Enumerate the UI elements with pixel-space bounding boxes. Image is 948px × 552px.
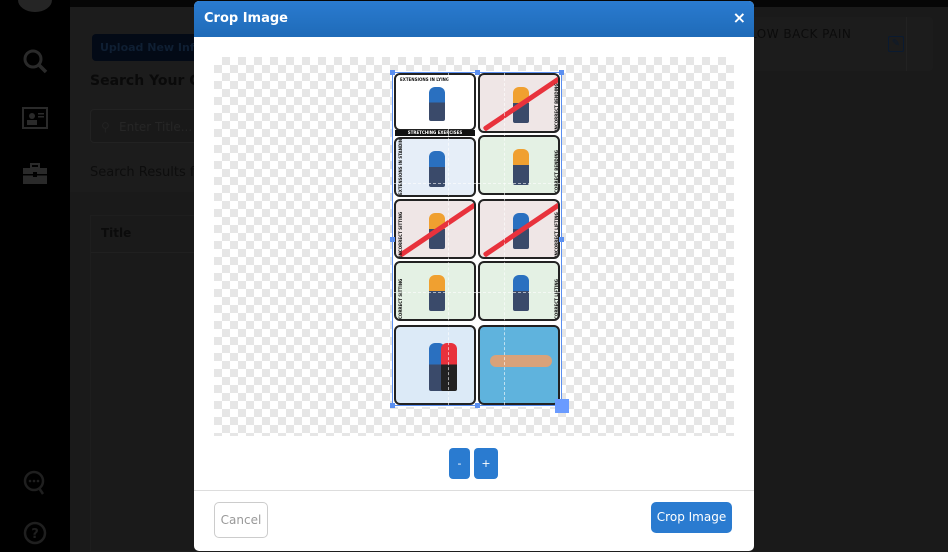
crop-guide	[448, 73, 450, 405]
crop-handle-se[interactable]	[555, 399, 569, 413]
crop-handle-e[interactable]	[559, 237, 564, 242]
crop-guide	[393, 182, 561, 184]
close-icon[interactable]: ×	[733, 9, 746, 27]
zoom-out-button[interactable]: -	[449, 448, 470, 479]
crop-canvas[interactable]: EXTENSIONS IN LYING INCORRECT BENDING EXTE…	[214, 57, 734, 436]
crop-handle-ne[interactable]	[559, 70, 564, 75]
cancel-button[interactable]: Cancel	[214, 502, 268, 538]
crop-guide	[503, 73, 505, 405]
app-root: ? Upload New Info Sheet Search Your Cust…	[0, 0, 948, 552]
crop-handle-w[interactable]	[390, 237, 395, 242]
crop-guide	[393, 292, 561, 294]
modal-footer: Cancel Crop Image	[194, 490, 754, 551]
zoom-controls: - +	[449, 448, 498, 479]
modal-header: Crop Image ×	[194, 1, 754, 37]
crop-handle-nw[interactable]	[390, 70, 395, 75]
crop-handle-s[interactable]	[475, 403, 480, 408]
crop-image-button[interactable]: Crop Image	[651, 502, 732, 533]
crop-selection[interactable]	[390, 70, 569, 413]
crop-handle-sw[interactable]	[390, 403, 395, 408]
modal-title: Crop Image	[204, 11, 288, 26]
crop-image-modal: Crop Image × EXTENSIONS IN LYING INCORREC…	[194, 1, 754, 551]
zoom-in-button[interactable]: +	[474, 448, 498, 479]
crop-handle-n[interactable]	[475, 70, 480, 75]
